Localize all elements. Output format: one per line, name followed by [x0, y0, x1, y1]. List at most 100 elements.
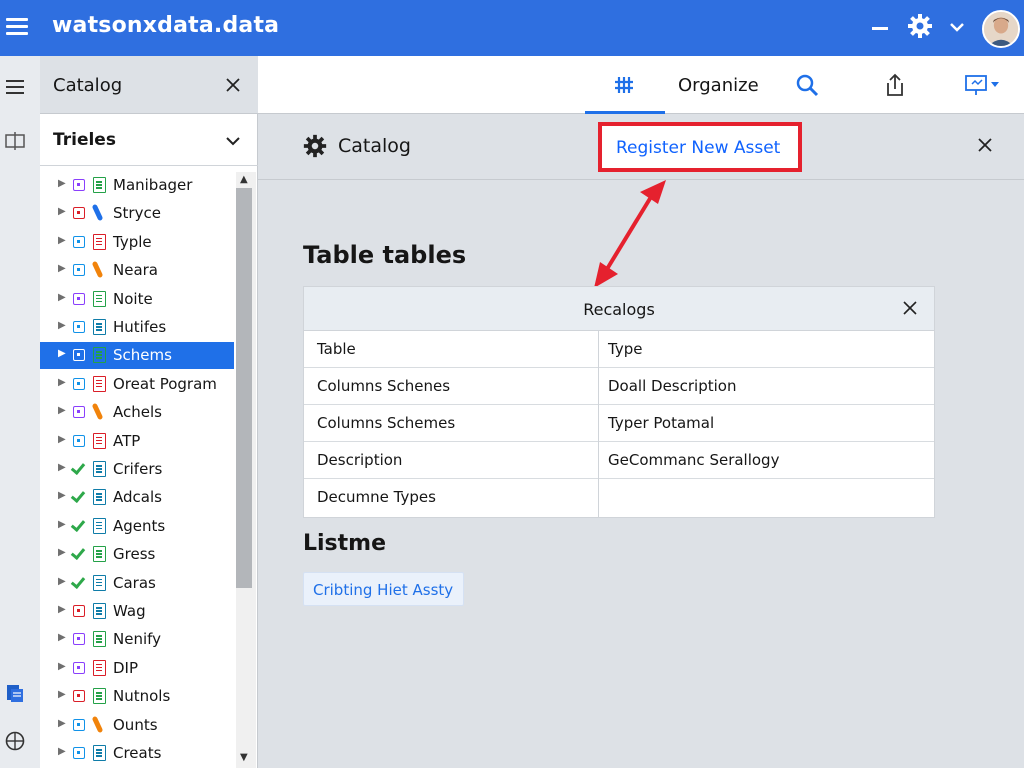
settings-gear-icon: [303, 134, 327, 158]
expand-caret-icon[interactable]: ▶: [58, 689, 66, 700]
table-cell: Decumne Types: [317, 488, 436, 506]
tree-item[interactable]: ▶ Ounts: [40, 712, 234, 739]
expand-caret-icon[interactable]: ▶: [58, 632, 66, 643]
table-row[interactable]: Columns Schenes Doall Description: [304, 368, 934, 405]
tree-item-label: DIP: [113, 658, 139, 677]
files-icon[interactable]: [4, 682, 26, 704]
app-title: watsonxdata.data: [52, 13, 280, 38]
expand-caret-icon[interactable]: ▶: [58, 263, 66, 274]
tree-item[interactable]: ▶ Noite: [40, 286, 234, 313]
expand-caret-icon[interactable]: ▶: [58, 661, 66, 672]
split-view-icon[interactable]: [4, 130, 26, 152]
expand-caret-icon[interactable]: ▶: [58, 292, 66, 303]
left-rail: [0, 56, 40, 768]
expand-caret-icon[interactable]: ▶: [58, 490, 66, 501]
chevron-down-icon[interactable]: [224, 132, 242, 150]
table-row[interactable]: Decumne Types: [304, 479, 934, 516]
scroll-up-icon[interactable]: ▲: [240, 174, 248, 185]
present-dropdown-icon[interactable]: [964, 72, 1004, 98]
globe-icon[interactable]: [4, 730, 26, 752]
asset-chip-label: Cribting Hiet Assty: [313, 581, 454, 599]
expand-caret-icon[interactable]: ▶: [58, 462, 66, 473]
expand-caret-icon[interactable]: ▶: [58, 547, 66, 558]
expand-caret-icon[interactable]: ▶: [58, 206, 66, 217]
close-icon[interactable]: [976, 136, 994, 154]
tree-item-label: Hutifes: [113, 318, 167, 336]
tree-item[interactable]: ▶ Nutnols: [40, 683, 234, 710]
register-new-asset-button[interactable]: Register New Asset: [598, 122, 802, 172]
close-panel-icon[interactable]: [224, 76, 242, 94]
tree-item-label: Crifers: [113, 460, 163, 478]
tree-item-label: Oreat Pogram: [113, 374, 217, 393]
table-row[interactable]: Columns Schemes Typer Potamal: [304, 405, 934, 442]
tree-item-label: Nutnols: [113, 687, 171, 706]
document-icon: [93, 517, 106, 534]
expand-caret-icon[interactable]: ▶: [58, 604, 66, 615]
tab-grid[interactable]: [585, 56, 665, 114]
expand-caret-icon[interactable]: ▶: [58, 576, 66, 587]
expand-caret-icon[interactable]: ▶: [58, 434, 66, 445]
tree-item[interactable]: ▶ Crifers: [40, 456, 234, 483]
tree-item[interactable]: ▶ Agents: [40, 513, 234, 540]
settings-gear-icon[interactable]: [906, 12, 934, 40]
expand-caret-icon[interactable]: ▶: [58, 746, 66, 757]
expand-caret-icon[interactable]: ▶: [58, 405, 66, 416]
menu-icon[interactable]: [4, 76, 26, 98]
tree-scrollbar[interactable]: ▲ ▼: [236, 172, 256, 768]
share-icon[interactable]: [882, 72, 908, 98]
tree-item-label: Manibager: [113, 176, 193, 194]
table-cell: Type: [608, 340, 643, 358]
table-row[interactable]: Table Type: [304, 331, 934, 368]
main-menu-icon[interactable]: [6, 18, 28, 36]
document-icon: [93, 233, 106, 250]
document-icon: [93, 461, 106, 477]
tree-item-label: ATP: [113, 431, 141, 450]
tree-item[interactable]: ▶ DIP: [40, 655, 234, 682]
tree-item[interactable]: ▶ Nenify: [40, 626, 234, 653]
tree-item[interactable]: ▶ Gress: [40, 541, 234, 568]
grid-icon: [615, 77, 633, 93]
user-avatar[interactable]: [982, 10, 1020, 48]
tree-item[interactable]: ▶ Typle: [40, 229, 234, 256]
tab-organize[interactable]: Organize: [678, 75, 759, 96]
chevron-down-icon[interactable]: [948, 18, 966, 36]
search-icon[interactable]: [794, 72, 820, 98]
tree-item[interactable]: ▶ Adcals: [40, 484, 234, 511]
expand-caret-icon[interactable]: ▶: [58, 377, 66, 388]
expand-caret-icon[interactable]: ▶: [58, 178, 66, 189]
document-icon: [93, 177, 106, 193]
tree-item[interactable]: ▶ Neara: [40, 257, 234, 284]
tree-item[interactable]: ▶ Oreat Pogram: [40, 371, 234, 398]
tree-item[interactable]: ▶ Hutifes: [40, 314, 234, 341]
table-cell: Columns Schemes: [317, 414, 456, 432]
expand-caret-icon[interactable]: ▶: [58, 320, 66, 331]
close-dialog-icon[interactable]: [902, 300, 918, 316]
expand-caret-icon[interactable]: ▶: [58, 718, 66, 729]
tree-item[interactable]: ▶ ATP: [40, 428, 234, 455]
expand-caret-icon[interactable]: ▶: [58, 235, 66, 246]
document-icon: [93, 631, 106, 648]
pencil-icon: [91, 715, 104, 733]
tree-item-label: Adcals: [113, 488, 162, 507]
asset-chip[interactable]: Cribting Hiet Assty: [303, 572, 464, 606]
tree-item[interactable]: ▶ Manibager: [40, 172, 234, 199]
pencil-icon: [91, 204, 104, 222]
expand-caret-icon[interactable]: ▶: [58, 348, 66, 359]
tree-item[interactable]: ▶ Caras: [40, 570, 234, 597]
catalog-panel-header: Catalog: [40, 56, 258, 114]
tree-header[interactable]: Trieles: [40, 114, 258, 166]
scroll-down-icon[interactable]: ▼: [240, 752, 248, 763]
tree-item[interactable]: ▶ Wag: [40, 598, 234, 625]
table-row[interactable]: Description GeCommanc Serallogy: [304, 442, 934, 479]
type-badge-icon: [73, 718, 85, 731]
tree-item[interactable]: ▶ Schems: [40, 342, 234, 370]
expand-caret-icon[interactable]: ▶: [58, 519, 66, 530]
tree-item-label: Stryce: [113, 204, 161, 223]
scroll-thumb[interactable]: [236, 188, 252, 588]
tree-item[interactable]: ▶ Achels: [40, 399, 234, 426]
tree-item[interactable]: ▶ Stryce: [40, 200, 234, 227]
tree-item-label: Noite: [113, 289, 153, 308]
minimize-icon[interactable]: [872, 27, 888, 30]
tree-item[interactable]: ▶ Creats: [40, 740, 234, 767]
table-cell: Table: [317, 340, 356, 358]
